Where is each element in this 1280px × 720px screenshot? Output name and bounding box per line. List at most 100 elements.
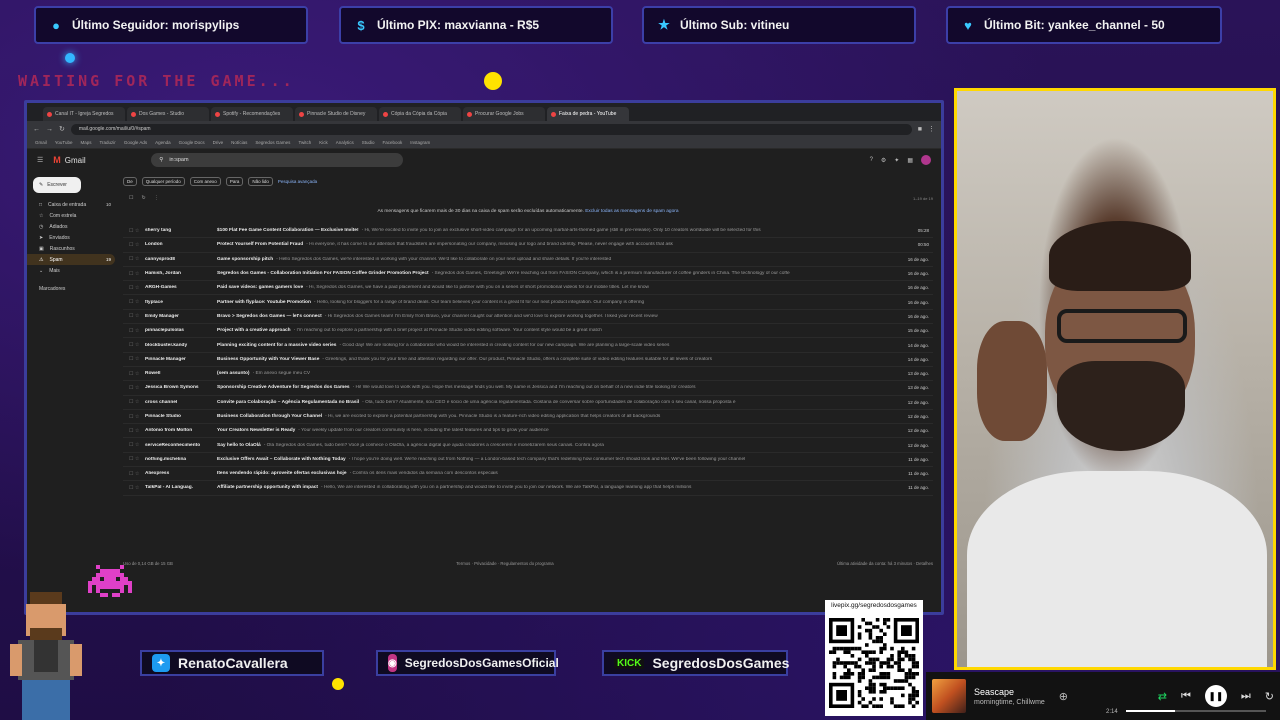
filter-to[interactable]: Para (225, 176, 244, 186)
browser-tab-active[interactable]: Faixa de pedra - YouTube (547, 107, 629, 121)
menu-icon[interactable]: ⋮ (928, 125, 935, 133)
bookmark-item[interactable]: Facebook (383, 140, 403, 145)
row-checkbox[interactable]: ☐ ☆ (123, 356, 145, 362)
search-input[interactable]: ⚲ in:spam (151, 153, 404, 167)
apps-grid-icon[interactable]: ▦ (907, 157, 913, 164)
filter-unread[interactable]: Não lido (248, 176, 273, 186)
row-checkbox[interactable]: ☐ ☆ (123, 242, 145, 248)
row-checkbox[interactable]: ☐ ☆ (123, 299, 145, 305)
sidebar-item-spam[interactable]: ⚠ Spam 19 (27, 254, 115, 265)
bookmark-item[interactable]: Twitch (298, 140, 311, 145)
sidebar-item-snoozed[interactable]: ◷ Adiados (27, 221, 115, 232)
previous-icon[interactable]: ⏮ (1181, 690, 1191, 703)
row-checkbox[interactable]: ☐ ☆ (123, 471, 145, 477)
help-icon[interactable]: ? (870, 157, 873, 163)
row-checkbox[interactable]: ☐ ☆ (123, 485, 145, 491)
email-row[interactable]: ☐ ☆ London Protect Yourself From Potential… (123, 238, 933, 253)
bookmark-item[interactable]: Traduzir (99, 140, 115, 145)
bookmark-item[interactable]: Kick (319, 140, 328, 145)
browser-tab[interactable]: Pinnacle Studio de Disney (295, 107, 377, 121)
email-row[interactable]: ☐ ☆ sherry tang $100 Flat Fee Game Content… (123, 224, 933, 239)
bookmark-item[interactable]: Studio (362, 140, 375, 145)
gmail-logo[interactable]: M Gmail (53, 155, 141, 165)
email-row[interactable]: ☐ ☆ blockbuster.kandy Planning exciting co… (123, 338, 933, 353)
row-checkbox[interactable]: ☐ ☆ (123, 271, 145, 277)
email-row[interactable]: ☐ ☆ cross channel Convite para Colaboração… (123, 396, 933, 410)
row-checkbox[interactable]: ☐ ☆ (123, 456, 145, 462)
shuffle-icon[interactable]: ⇄ (1158, 690, 1167, 703)
extensions-icon[interactable]: ■ (918, 126, 922, 133)
browser-tab[interactable]: Procurar Google Jobs (463, 107, 545, 121)
email-row[interactable]: ☐ ☆ pinnaclepulsolas Project with a creati… (123, 324, 933, 339)
settings-gear-icon[interactable]: ⚙ (881, 157, 886, 164)
sidebar-item-starred[interactable]: ☆ Com estrela (27, 210, 115, 221)
email-row[interactable]: ☐ ☆ flyplace Partner with flyplace: Youtub… (123, 295, 933, 310)
bookmark-item[interactable]: Maps (80, 140, 91, 145)
bookmark-item[interactable]: Google Docs (179, 140, 205, 145)
advanced-search-link[interactable]: Pesquisa avançada (278, 179, 317, 184)
row-checkbox[interactable]: ☐ ☆ (123, 371, 145, 377)
refresh-icon[interactable]: ↻ (141, 195, 145, 201)
row-checkbox[interactable]: ☐ ☆ (123, 414, 145, 420)
row-checkbox[interactable]: ☐ ☆ (123, 285, 145, 291)
row-checkbox[interactable]: ☐ ☆ (123, 428, 145, 434)
account-activity[interactable]: Última atividade da conta: há 3 minutos … (837, 561, 933, 566)
email-row[interactable]: ☐ ☆ Antonio from Molton Your Creators News… (123, 424, 933, 439)
sidebar-item-sent[interactable]: ➤ Enviados (27, 232, 115, 243)
filter-has-attachment[interactable]: Com anexo (189, 176, 221, 186)
email-row[interactable]: ☐ ☆ TalkPal - AI Languag. Affiliate partne… (123, 481, 933, 496)
row-checkbox[interactable]: ☐ ☆ (123, 442, 145, 448)
add-to-library-icon[interactable]: ⊕ (1059, 690, 1068, 703)
repeat-icon[interactable]: ↻ (1265, 690, 1274, 703)
gemini-icon[interactable]: ✦ (894, 157, 899, 164)
progress-bar[interactable] (1126, 710, 1266, 712)
browser-tab[interactable]: Spotify - Recomendações (211, 107, 293, 121)
browser-tab[interactable]: Cópia da Cópia da Cópia (379, 107, 461, 121)
email-row[interactable]: ☐ ☆ Pinnacle Studio Business Collaboration… (123, 410, 933, 425)
bookmark-item[interactable]: Drive (213, 140, 224, 145)
footer-links[interactable]: Termos · Privacidade · Regulamentos do p… (456, 561, 553, 566)
row-checkbox[interactable]: ☐ ☆ (123, 313, 145, 319)
email-row[interactable]: ☐ ☆ cannysprod8 Game sponsorship pitch - He… (123, 253, 933, 267)
url-input[interactable]: mail.google.com/mail/u/0/#spam (70, 123, 912, 135)
browser-tab[interactable]: Canal IT - Igreja Segredos (43, 107, 125, 121)
search-icon[interactable]: ⚲ (159, 157, 163, 163)
email-row[interactable]: ☐ ☆ Aliexpress Itens vendendo rápido: apro… (123, 467, 933, 482)
pause-button[interactable]: ❚❚ (1204, 685, 1227, 707)
row-checkbox[interactable]: ☐ ☆ (123, 385, 145, 391)
bookmark-item[interactable]: Instagram (410, 140, 430, 145)
email-row[interactable]: ☐ ☆ Rowell (sem assunto) - Em anexo segue m… (123, 367, 933, 382)
email-row[interactable]: ☐ ☆ Pinnacle Manager Business Opportunity … (123, 353, 933, 367)
back-icon[interactable]: ← (33, 126, 40, 133)
row-checkbox[interactable]: ☐ ☆ (123, 342, 145, 348)
bookmark-item[interactable]: Analytics (336, 140, 354, 145)
email-row[interactable]: ☐ ☆ ARGH-Games Paid save videos: games gam… (123, 281, 933, 296)
filter-from[interactable]: De (123, 176, 137, 186)
bookmark-item[interactable]: Google Ads (124, 140, 147, 145)
email-row[interactable]: ☐ ☆ Hamish, Jordan Segredos dos Games - Co… (123, 267, 933, 282)
reload-icon[interactable]: ↻ (59, 125, 65, 133)
sidebar-item-more[interactable]: ⌄ Mais (27, 265, 115, 276)
row-checkbox[interactable]: ☐ ☆ (123, 256, 145, 262)
bookmark-item[interactable]: YouTube (55, 140, 73, 145)
compose-button[interactable]: ✎ Escrever (33, 177, 81, 193)
email-row[interactable]: ☐ ☆ Jessica Brown Symons Sponsorship Creat… (123, 381, 933, 396)
sidebar-item-drafts[interactable]: ▣ Rascunhos (27, 243, 115, 254)
row-checkbox[interactable]: ☐ ☆ (123, 228, 145, 234)
row-checkbox[interactable]: ☐ ☆ (123, 328, 145, 334)
hamburger-menu-icon[interactable]: ☰ (37, 156, 43, 164)
select-all-checkbox[interactable]: ☐ (129, 195, 133, 201)
forward-icon[interactable]: → (46, 126, 53, 133)
delete-all-spam-link[interactable]: Excluir todas as mensagens de spam agora (585, 209, 678, 214)
bookmark-item[interactable]: Segredos Games (255, 140, 290, 145)
filter-any-time[interactable]: Qualquer período (141, 176, 185, 186)
sidebar-item-inbox[interactable]: □ Caixa de entrada 10 (27, 199, 115, 210)
browser-tab[interactable]: Dos Games - Studio (127, 107, 209, 121)
row-checkbox[interactable]: ☐ ☆ (123, 399, 145, 405)
bookmark-item[interactable]: Gmail (35, 140, 47, 145)
next-icon[interactable]: ⏭ (1241, 690, 1251, 703)
email-row[interactable]: ☐ ☆ serviceReconhecimento Say hello to Ola… (123, 438, 933, 453)
email-row[interactable]: ☐ ☆ nothing.michelina Exclusive Offers Awa… (123, 453, 933, 468)
more-options-icon[interactable]: ⋮ (154, 195, 159, 201)
bookmark-item[interactable]: Agenda (155, 140, 171, 145)
